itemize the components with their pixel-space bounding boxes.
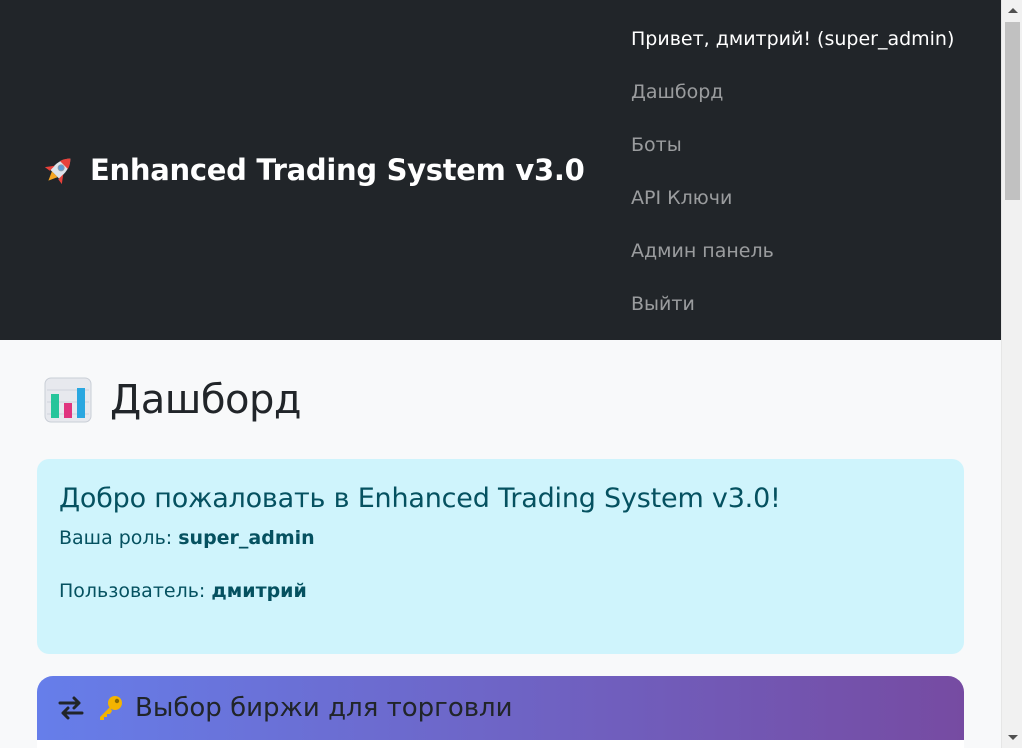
nav-link-api-keys[interactable]: API Ключи: [631, 183, 954, 236]
exchange-card-body: [37, 740, 964, 748]
key-icon: [95, 693, 125, 723]
role-value: super_admin: [178, 527, 315, 549]
page-title-text: Дашборд: [110, 377, 302, 423]
page-title: Дашборд: [44, 376, 302, 424]
navbar: Enhanced Trading System v3.0 Привет, дми…: [0, 0, 1001, 340]
swap-arrows-icon: [57, 694, 85, 722]
scroll-up-arrow-icon[interactable]: [1008, 8, 1018, 13]
nav-link-dashboard[interactable]: Дашборд: [631, 77, 954, 130]
user-label: Пользователь:: [59, 580, 206, 602]
navbar-brand[interactable]: Enhanced Trading System v3.0: [41, 152, 585, 188]
role-label: Ваша роль:: [59, 527, 173, 549]
rocket-icon: [41, 152, 77, 188]
welcome-alert: Добро пожаловать в Enhanced Trading Syst…: [37, 459, 964, 654]
user-greeting: Привет, дмитрий! (super_admin): [631, 28, 955, 50]
exchange-card-header: Выбор биржи для торговли: [37, 676, 964, 740]
exchange-card-title: Выбор биржи для торговли: [135, 693, 513, 723]
brand-text: Enhanced Trading System v3.0: [90, 153, 585, 187]
welcome-heading: Добро пожаловать в Enhanced Trading Syst…: [59, 483, 781, 514]
nav-link-logout[interactable]: Выйти: [631, 289, 954, 342]
user-value: дмитрий: [211, 580, 307, 602]
vertical-scrollbar[interactable]: [1001, 0, 1022, 748]
scroll-down-arrow-icon[interactable]: [1008, 735, 1018, 740]
nav-menu: Привет, дмитрий! (super_admin) Дашборд Б…: [631, 24, 954, 342]
page: Enhanced Trading System v3.0 Привет, дми…: [0, 0, 1001, 748]
nav-link-admin-panel[interactable]: Админ панель: [631, 236, 954, 289]
nav-link-bots[interactable]: Боты: [631, 130, 954, 183]
user-line: Пользователь: дмитрий: [59, 578, 942, 604]
role-line: Ваша роль: super_admin: [59, 525, 942, 551]
bar-chart-icon: [44, 376, 92, 424]
scroll-thumb[interactable]: [1005, 22, 1020, 200]
